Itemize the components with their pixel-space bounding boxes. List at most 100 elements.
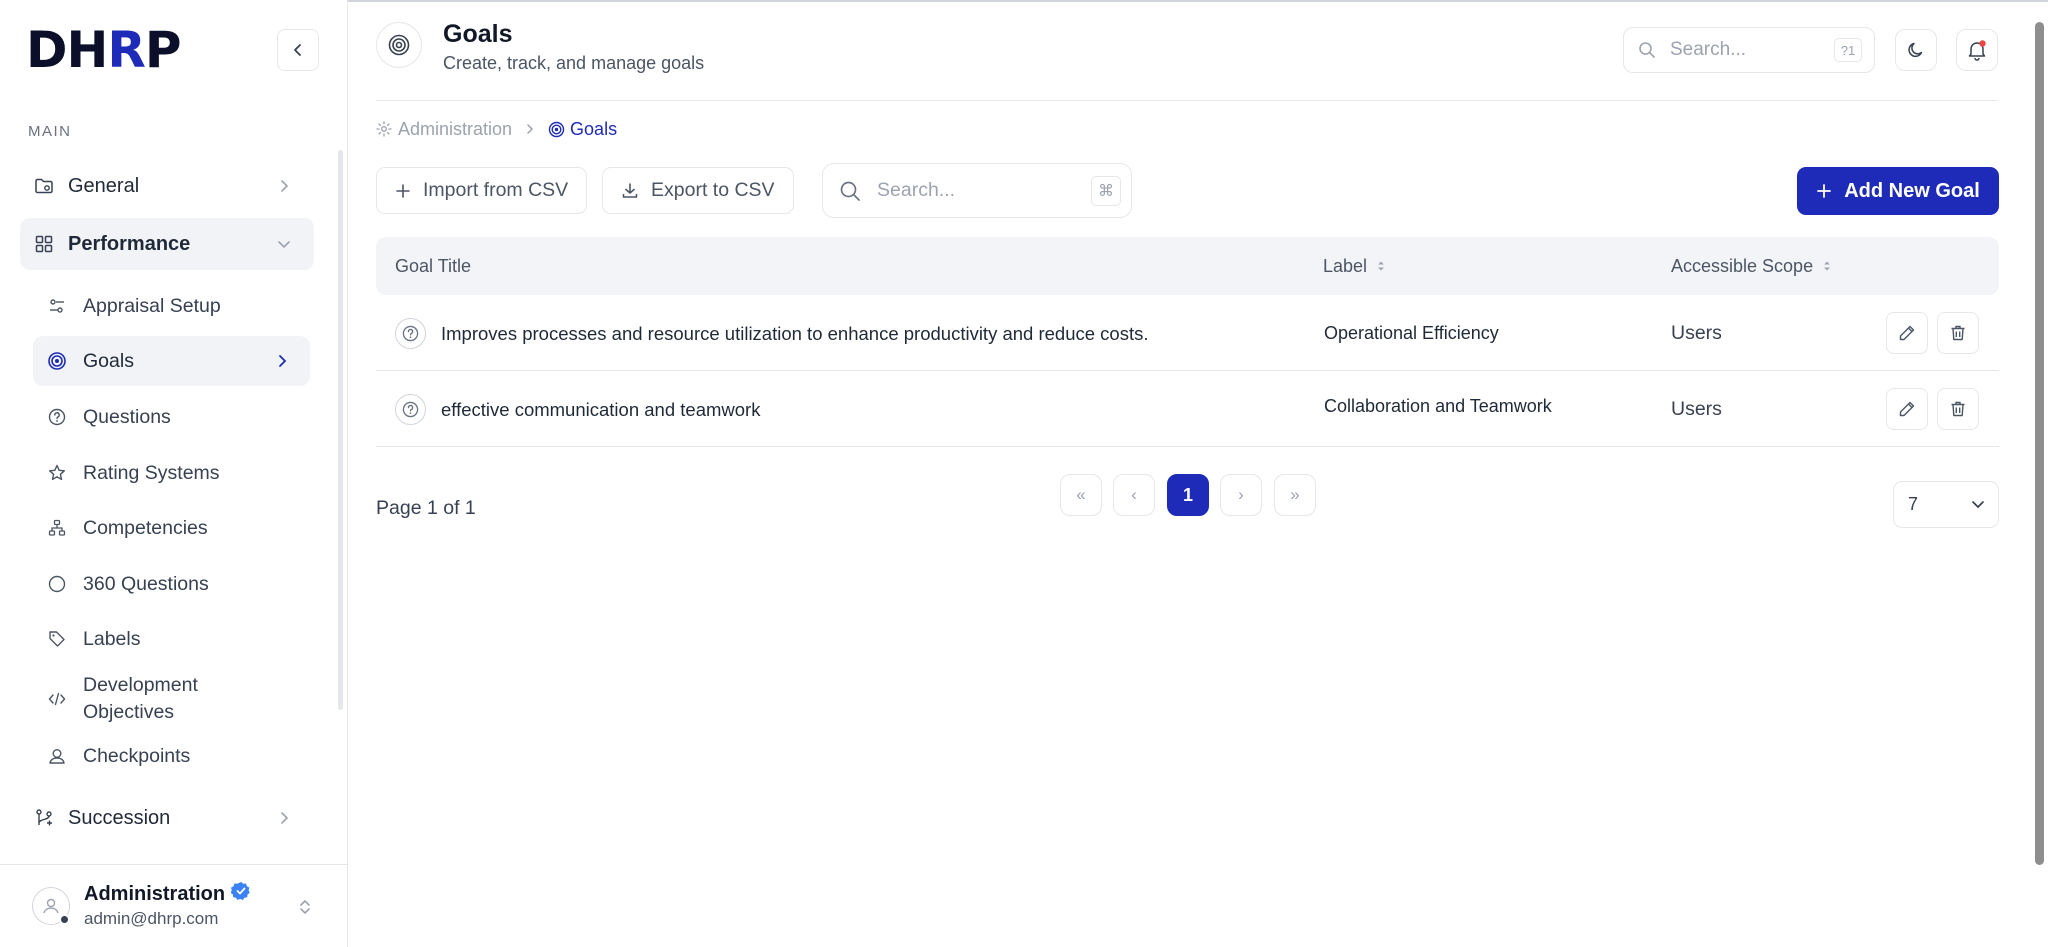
page-size-value: 7: [1908, 494, 1919, 514]
search-icon: [840, 181, 860, 201]
goal-scope-cell: Users: [1671, 322, 1722, 344]
edit-button[interactable]: [1886, 312, 1928, 354]
pencil-icon: [1899, 325, 1915, 341]
sort-icon: [1376, 259, 1386, 273]
sidebar: DHRP MAIN General Performance Appraisal …: [0, 0, 348, 947]
table-row[interactable]: Improves processes and resource utilizat…: [376, 296, 1999, 371]
logo-letter-d: D: [26, 21, 68, 79]
keyboard-shortcut-hint: ?1: [1834, 38, 1862, 62]
column-header-label[interactable]: Label: [1323, 237, 1386, 295]
sidebar-subitem-appraisal-setup[interactable]: Appraisal Setup: [33, 281, 310, 331]
sidebar-subitem-label: Labels: [83, 627, 141, 650]
sidebar-subitem-labels[interactable]: Labels: [33, 614, 310, 664]
goal-title-cell: Improves processes and resource utilizat…: [441, 322, 1149, 344]
search-placeholder: Search...: [1670, 39, 1747, 60]
page-button-1[interactable]: 1: [1167, 474, 1209, 516]
notifications-button[interactable]: [1956, 29, 1998, 71]
export-csv-button[interactable]: Export to CSV: [602, 167, 794, 214]
previous-page-button[interactable]: ‹: [1113, 474, 1155, 516]
sidebar-subitem-development-objectives[interactable]: Development Objectives: [33, 668, 310, 730]
user-icon: [43, 898, 59, 914]
sidebar-item-label: Succession: [68, 806, 171, 829]
sidebar-scrollbar[interactable]: [338, 150, 343, 710]
sidebar-item-performance[interactable]: Performance: [20, 218, 314, 270]
next-page-button[interactable]: ›: [1220, 474, 1262, 516]
plus-icon: [1816, 183, 1832, 199]
sidebar-subitem-label: 360 Questions: [83, 572, 209, 595]
sidebar-item-general[interactable]: General: [20, 160, 314, 212]
column-header-accessible-scope[interactable]: Accessible Scope: [1671, 237, 1832, 295]
sidebar-subitem-label: Appraisal Setup: [83, 294, 221, 317]
user-panel[interactable]: Administration admin@dhrp.com: [0, 864, 347, 947]
collapse-sidebar-button[interactable]: [277, 29, 319, 71]
gear-icon: [376, 121, 392, 137]
add-new-goal-button[interactable]: Add New Goal: [1797, 167, 1999, 215]
theme-toggle-button[interactable]: [1895, 29, 1937, 71]
breadcrumb-item-administration[interactable]: Administration: [376, 119, 512, 140]
bell-icon: [1968, 40, 1986, 61]
window-scrollbar[interactable]: [2035, 22, 2044, 865]
edit-button[interactable]: [1886, 388, 1928, 430]
page-size-select[interactable]: 7: [1893, 481, 1999, 528]
column-header-goal-title[interactable]: Goal Title: [395, 237, 471, 295]
code-icon: [47, 689, 67, 709]
table-header: Goal Title Label Accessible Scope: [376, 237, 1999, 295]
page-title: Goals: [443, 20, 513, 48]
question-icon: [395, 318, 426, 349]
breadcrumb: Administration Goals: [376, 117, 617, 141]
chevron-up-down-icon[interactable]: [297, 898, 313, 921]
breadcrumb-item-goals[interactable]: Goals: [548, 119, 617, 140]
sidebar-subitem-label: Rating Systems: [83, 461, 220, 484]
section-label-main: MAIN: [28, 123, 72, 140]
page-header: Goals Create, track, and manage goals Se…: [349, 0, 1999, 101]
keyboard-shortcut-hint: ⌘: [1091, 175, 1121, 206]
sidebar-subitem-competencies[interactable]: Competencies: [33, 503, 310, 553]
user-email: admin@dhrp.com: [84, 909, 219, 928]
sidebar-subitem-goals[interactable]: Goals: [33, 336, 310, 386]
table-search-input[interactable]: Search... ⌘: [822, 163, 1132, 218]
global-search-input[interactable]: Search... ?1: [1623, 27, 1875, 73]
goal-label-cell: Operational Efficiency: [1324, 323, 1499, 343]
page-info: Page 1 of 1: [376, 497, 476, 519]
download-icon: [621, 182, 639, 200]
sidebar-subitem-rating-systems[interactable]: Rating Systems: [33, 448, 310, 498]
pencil-icon: [1899, 401, 1915, 417]
sidebar-subitem-label: Checkpoints: [83, 744, 191, 767]
import-csv-button[interactable]: Import from CSV: [376, 167, 588, 214]
page-subtitle: Create, track, and manage goals: [443, 53, 705, 73]
chevron-right-icon: [524, 123, 536, 135]
sidebar-subitem-checkpoints[interactable]: Checkpoints: [33, 731, 310, 781]
chevron-right-icon: [274, 176, 294, 196]
sidebar-subitem-label: Development Objectives: [83, 674, 198, 723]
logo-letter-h: H: [66, 21, 109, 79]
header-divider: [376, 100, 1998, 101]
sort-icon: [1822, 259, 1832, 273]
sidebar-item-succession[interactable]: Succession: [20, 792, 314, 844]
sidebar-item-label: General: [68, 174, 140, 197]
trash-icon: [1951, 325, 1965, 341]
goal-scope-cell: Users: [1671, 398, 1722, 420]
delete-button[interactable]: [1937, 388, 1979, 430]
logo-letter-r: R: [107, 21, 146, 79]
target-icon: [47, 351, 67, 371]
delete-button[interactable]: [1937, 312, 1979, 354]
table-row[interactable]: effective communication and teamwork Col…: [376, 372, 1999, 447]
git-branch-icon: [34, 808, 54, 828]
sidebar-subitem-questions[interactable]: Questions: [33, 392, 310, 442]
star-icon: [47, 463, 67, 483]
logo-letter-p: P: [144, 21, 182, 79]
first-page-button[interactable]: «: [1060, 474, 1102, 516]
chevron-down-icon: [1970, 496, 1986, 512]
column-header-label: Goal Title: [395, 255, 472, 276]
moon-icon: [1908, 42, 1923, 58]
question-icon: [47, 407, 67, 427]
last-page-button[interactable]: »: [1274, 474, 1316, 516]
goal-title-cell: effective communication and teamwork: [441, 398, 761, 420]
status-dot: [59, 914, 70, 925]
brand-logo[interactable]: DHRP: [26, 21, 182, 79]
folder-settings-icon: [34, 176, 54, 196]
search-icon: [1639, 42, 1655, 58]
sidebar-subitem-360-questions[interactable]: 360 Questions: [33, 559, 310, 609]
user-name: Administration: [84, 882, 226, 905]
goal-label-cell: Collaboration and Teamwork: [1324, 395, 1552, 416]
